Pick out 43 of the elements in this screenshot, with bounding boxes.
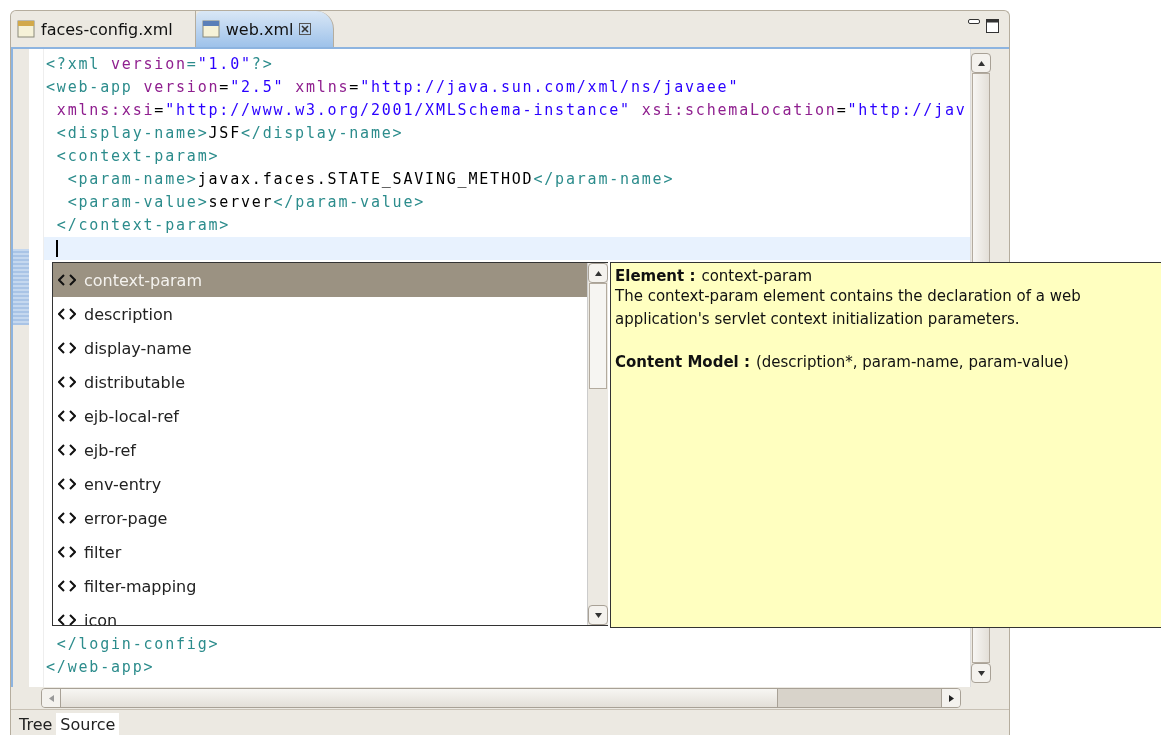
code-line: <param-value>server</param-value> — [66, 192, 427, 213]
editor-tab[interactable]: faces-config.xml — [11, 11, 196, 47]
element-label: Element : — [615, 267, 696, 285]
down-arrow-icon — [593, 611, 603, 619]
close-icon[interactable] — [299, 23, 312, 35]
element-icon — [58, 512, 76, 524]
minimize-icon[interactable] — [968, 19, 980, 25]
element-icon — [58, 580, 76, 592]
element-icon — [58, 444, 76, 456]
code-line: </context-param> — [55, 215, 232, 236]
element-icon — [58, 342, 76, 354]
code-line: <web-app version="2.5" xmlns="http://java.sun.com/xml/ns/javaee" — [45, 77, 741, 98]
element-icon — [58, 546, 76, 558]
element-icon — [58, 376, 76, 388]
content-model-value: (description*, param-name, param-value) — [755, 353, 1069, 371]
element-value: context-param — [701, 267, 813, 285]
element-description: The context-param element contains the declaration of a web application's servlet context initialization parameters. — [615, 286, 1082, 330]
code-line: <?xml version="1.0"?> — [45, 54, 275, 75]
code-line: <context-param> — [55, 146, 221, 167]
maximize-icon[interactable] — [986, 19, 999, 33]
code-line: </web-app> — [45, 657, 156, 678]
content-model-label: Content Model : — [615, 353, 750, 371]
view-tab[interactable]: Tree — [15, 713, 57, 735]
left-arrow-icon — [47, 693, 55, 703]
view-tab[interactable]: Source — [56, 713, 120, 735]
element-icon — [58, 614, 76, 625]
up-arrow-icon — [976, 59, 986, 67]
element-icon — [58, 274, 76, 286]
file-icon — [17, 20, 35, 38]
list-scrollbar[interactable] — [587, 263, 608, 625]
up-arrow-icon — [593, 269, 603, 277]
element-icon — [58, 478, 76, 490]
code-line: <display-name>JSF</display-name> — [55, 123, 405, 144]
code-line: <param-name>javax.faces.STATE_SAVING_METHOD</param-name> — [66, 169, 676, 190]
down-arrow-icon — [976, 669, 986, 677]
editor-tab[interactable]: web.xml — [195, 11, 335, 47]
horizontal-scrollbar[interactable] — [41, 688, 961, 708]
code-line: </login-config> — [55, 634, 221, 655]
element-icon — [58, 308, 76, 320]
code-line: xmlns:xsi="http://www.w3.org/2001/XMLSchema-instance" xsi:schemaLocation="http://jav — [55, 100, 968, 121]
file-icon — [201, 20, 220, 38]
right-arrow-icon — [947, 693, 955, 703]
element-icon — [58, 410, 76, 422]
